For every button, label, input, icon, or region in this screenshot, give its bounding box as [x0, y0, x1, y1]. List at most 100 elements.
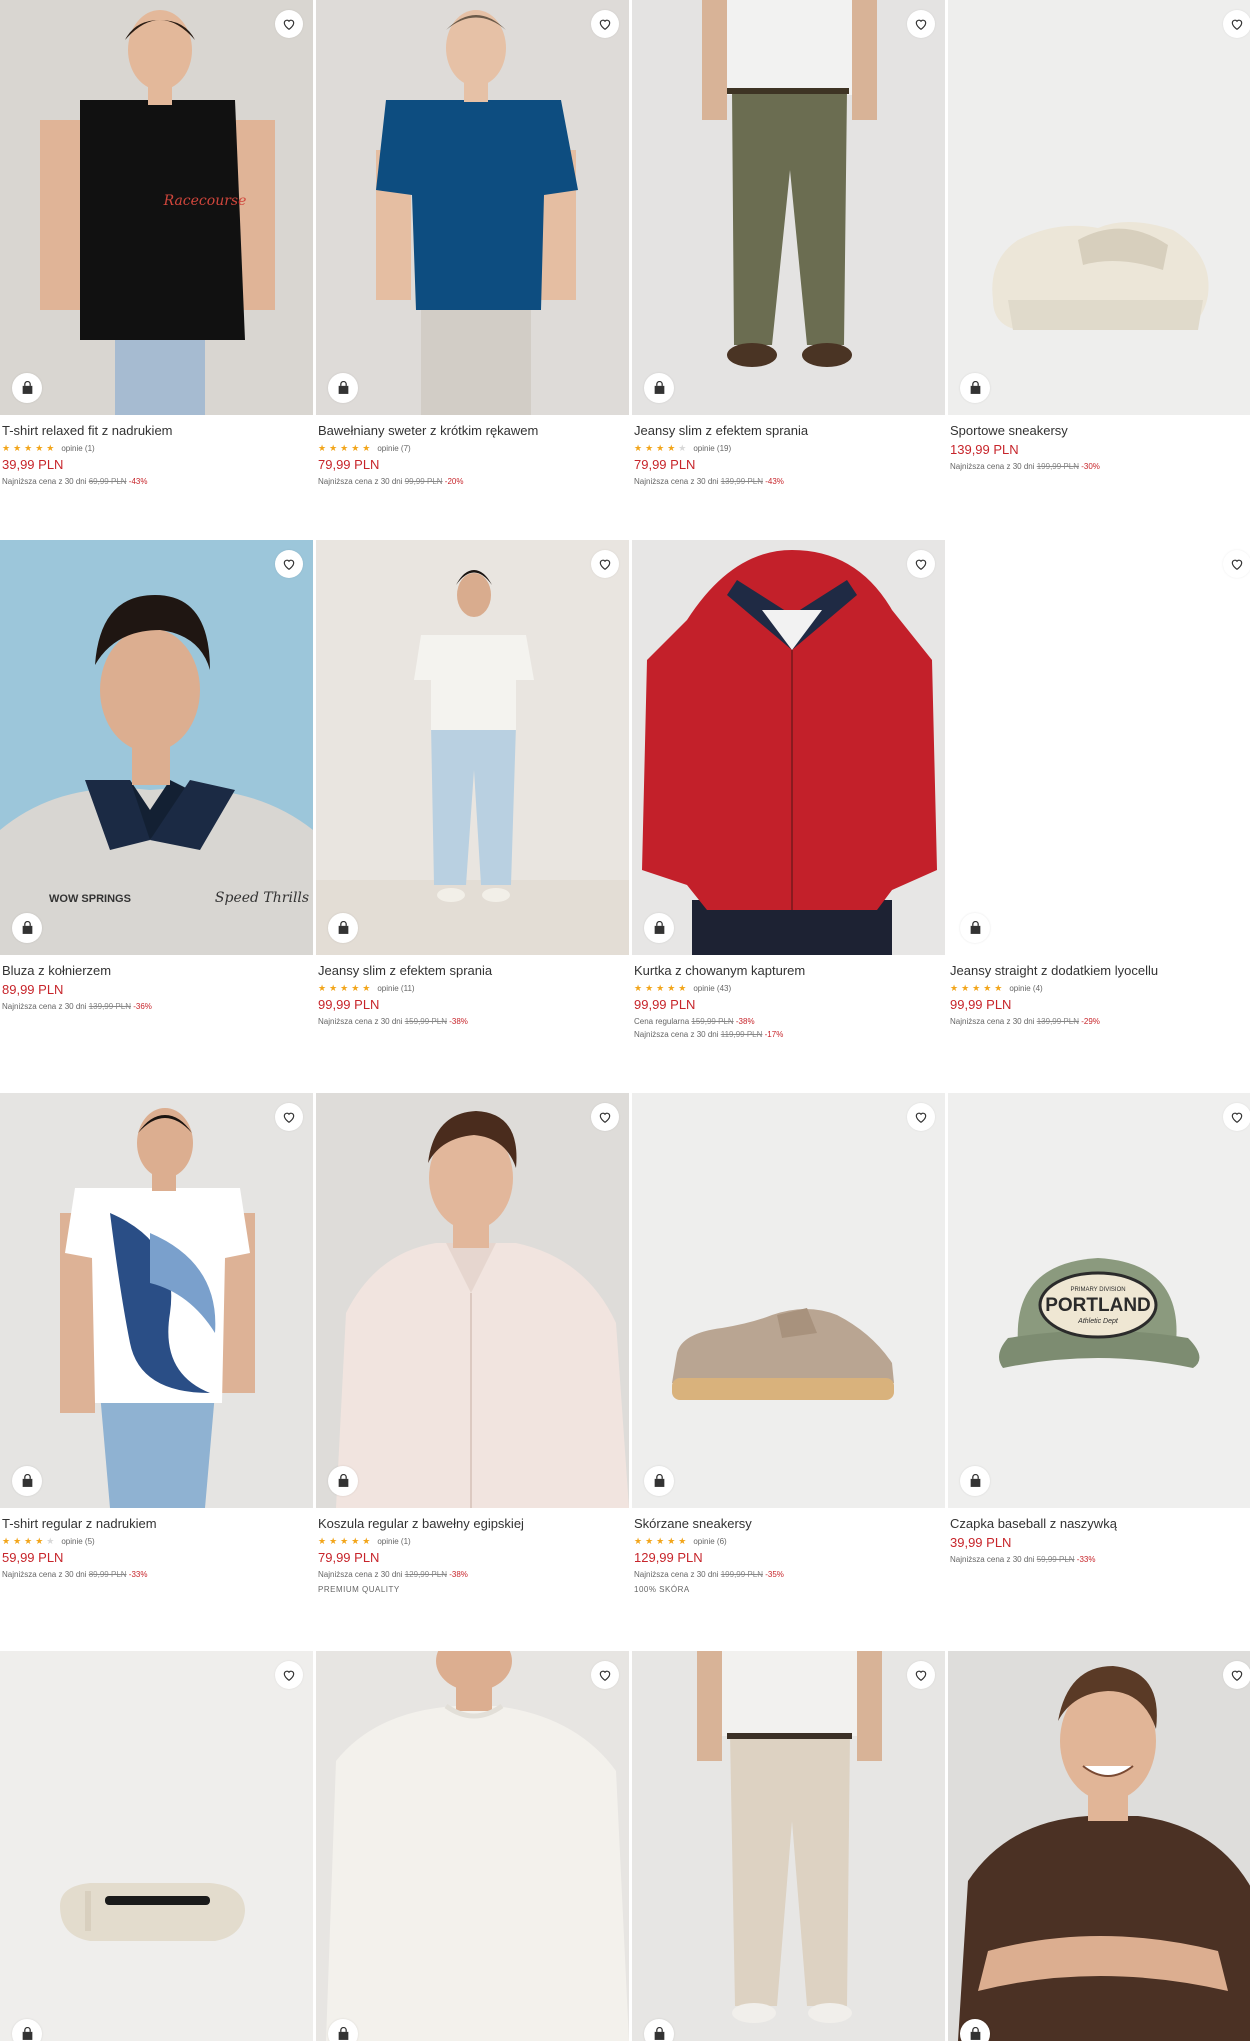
favorite-button[interactable]: [275, 1661, 303, 1689]
product-name[interactable]: Koszula regular z bawełny egipskiej: [318, 1516, 624, 1532]
product-image[interactable]: [632, 540, 945, 955]
product-price: 59,99 PLN: [2, 1550, 64, 1565]
favorite-button[interactable]: [907, 1661, 935, 1689]
heart-outline-icon: [1231, 1670, 1243, 1681]
add-to-cart-button[interactable]: [328, 913, 358, 943]
old-price: 159,99 PLN: [404, 1017, 447, 1026]
product-price: 39,99 PLN: [2, 457, 64, 472]
favorite-button[interactable]: [591, 550, 619, 578]
old-price: 199,99 PLN: [720, 1570, 763, 1579]
favorite-button[interactable]: [275, 550, 303, 578]
review-count[interactable]: opinie (6): [693, 1537, 726, 1546]
favorite-button[interactable]: [1223, 1661, 1250, 1689]
product-image[interactable]: WOW SPRINGS Speed Thrills: [0, 540, 313, 955]
product-image[interactable]: [316, 1093, 629, 1508]
regular-discount: -38%: [735, 1017, 755, 1026]
product-image[interactable]: [316, 0, 629, 415]
favorite-button[interactable]: [591, 1661, 619, 1689]
favorite-button[interactable]: [1223, 1103, 1250, 1131]
review-count[interactable]: opinie (7): [377, 444, 410, 453]
shopping-bag-icon: [654, 921, 664, 934]
add-to-cart-button[interactable]: [960, 913, 990, 943]
review-count[interactable]: opinie (1): [377, 1537, 410, 1546]
product-name[interactable]: T-shirt relaxed fit z nadrukiem: [2, 423, 308, 439]
add-to-cart-button[interactable]: [644, 2019, 674, 2041]
product-name[interactable]: Jeansy straight z dodatkiem lyocellu: [950, 963, 1250, 979]
product-image[interactable]: [948, 540, 1250, 955]
add-to-cart-button[interactable]: [12, 2019, 42, 2041]
add-to-cart-button[interactable]: [960, 1466, 990, 1496]
heart-outline-icon: [599, 1112, 611, 1123]
shopping-bag-icon: [654, 381, 664, 394]
star-icon: ★★★★★: [2, 1535, 58, 1546]
discount: -33%: [1076, 1555, 1096, 1564]
product-name[interactable]: Kurtka z chowanym kapturem: [634, 963, 940, 979]
add-to-cart-button[interactable]: [644, 373, 674, 403]
product-name[interactable]: Bawełniany sweter z krótkim rękawem: [318, 423, 624, 439]
add-to-cart-button[interactable]: [960, 373, 990, 403]
add-to-cart-button[interactable]: [12, 913, 42, 943]
regular-price-info: Cena regularna 159,99 PLN -38%: [634, 1016, 940, 1027]
product-name[interactable]: Czapka baseball z naszywką: [950, 1516, 1250, 1532]
favorite-button[interactable]: [907, 1103, 935, 1131]
product-image[interactable]: [316, 540, 629, 955]
discount: -43%: [765, 477, 784, 486]
add-to-cart-button[interactable]: [328, 2019, 358, 2041]
review-count[interactable]: opinie (19): [693, 444, 731, 453]
favorite-button[interactable]: [1223, 10, 1250, 38]
favorite-button[interactable]: [1223, 550, 1250, 578]
review-count[interactable]: opinie (1): [61, 444, 94, 453]
product-name[interactable]: Jeansy slim z efektem sprania: [318, 963, 624, 979]
product-image[interactable]: [632, 1093, 945, 1508]
shopping-bag-icon: [22, 1474, 32, 1487]
product-name[interactable]: Sportowe sneakersy: [950, 423, 1250, 439]
add-to-cart-button[interactable]: [12, 1466, 42, 1496]
old-price: 69,99 PLN: [88, 477, 127, 486]
product-name[interactable]: Bluza z kołnierzem: [2, 963, 308, 979]
product-feature-tag: PREMIUM QUALITY: [318, 1585, 400, 1594]
add-to-cart-button[interactable]: [644, 913, 674, 943]
lowest-price-info: Najniższa cena z 30 dni 119,99 PLN -17%: [634, 1029, 940, 1040]
product-name[interactable]: T-shirt regular z nadrukiem: [2, 1516, 308, 1532]
lowest-price-label: Najniższa cena z 30 dni: [634, 1030, 719, 1039]
review-count[interactable]: opinie (4): [1009, 984, 1042, 993]
add-to-cart-button[interactable]: [328, 1466, 358, 1496]
product-image[interactable]: PRIMARY DIVISION PORTLAND Athletic Dept: [948, 1093, 1250, 1508]
product-price: 139,99 PLN: [950, 442, 1019, 457]
favorite-button[interactable]: [275, 10, 303, 38]
product-image[interactable]: [948, 1651, 1250, 2041]
product-image[interactable]: [948, 0, 1250, 415]
lowest-price-info: Najniższa cena z 30 dni 199,99 PLN -30%: [950, 461, 1250, 472]
lowest-price-info: Najniższa cena z 30 dni 199,99 PLN -35%: [634, 1569, 940, 1580]
discount: -20%: [444, 477, 464, 486]
favorite-button[interactable]: [907, 550, 935, 578]
product-price: 39,99 PLN: [950, 1535, 1012, 1550]
discount: -30%: [1081, 462, 1100, 471]
product-name[interactable]: Skórzane sneakersy: [634, 1516, 940, 1532]
product-image[interactable]: Racecourse: [0, 0, 313, 415]
heart-outline-icon: [599, 1670, 611, 1681]
lowest-price-info: Najniższa cena z 30 dni 139,99 PLN -36%: [2, 1001, 308, 1012]
product-image[interactable]: [632, 0, 945, 415]
polo-right-text: Speed Thrills: [215, 890, 309, 906]
review-count[interactable]: opinie (5): [61, 1537, 94, 1546]
favorite-button[interactable]: [591, 10, 619, 38]
product-image[interactable]: [316, 1651, 629, 2041]
add-to-cart-button[interactable]: [328, 373, 358, 403]
polo-left-text: WOW SPRINGS: [49, 893, 131, 905]
favorite-button[interactable]: [591, 1103, 619, 1131]
favorite-button[interactable]: [275, 1103, 303, 1131]
add-to-cart-button[interactable]: [12, 373, 42, 403]
product-image[interactable]: [632, 1651, 945, 2041]
review-count[interactable]: opinie (11): [377, 984, 414, 993]
product-name[interactable]: Jeansy slim z efektem sprania: [634, 423, 940, 439]
product-image[interactable]: [0, 1093, 313, 1508]
add-to-cart-button[interactable]: [644, 1466, 674, 1496]
add-to-cart-button[interactable]: [960, 2019, 990, 2041]
favorite-button[interactable]: [907, 10, 935, 38]
review-count[interactable]: opinie (43): [693, 984, 731, 993]
lowest-price-info: Najniższa cena z 30 dni 59,99 PLN -33%: [950, 1554, 1250, 1565]
product-image[interactable]: [0, 1651, 313, 2041]
star-icon: ★★★★★: [318, 982, 374, 993]
shopping-bag-icon: [970, 1474, 980, 1487]
